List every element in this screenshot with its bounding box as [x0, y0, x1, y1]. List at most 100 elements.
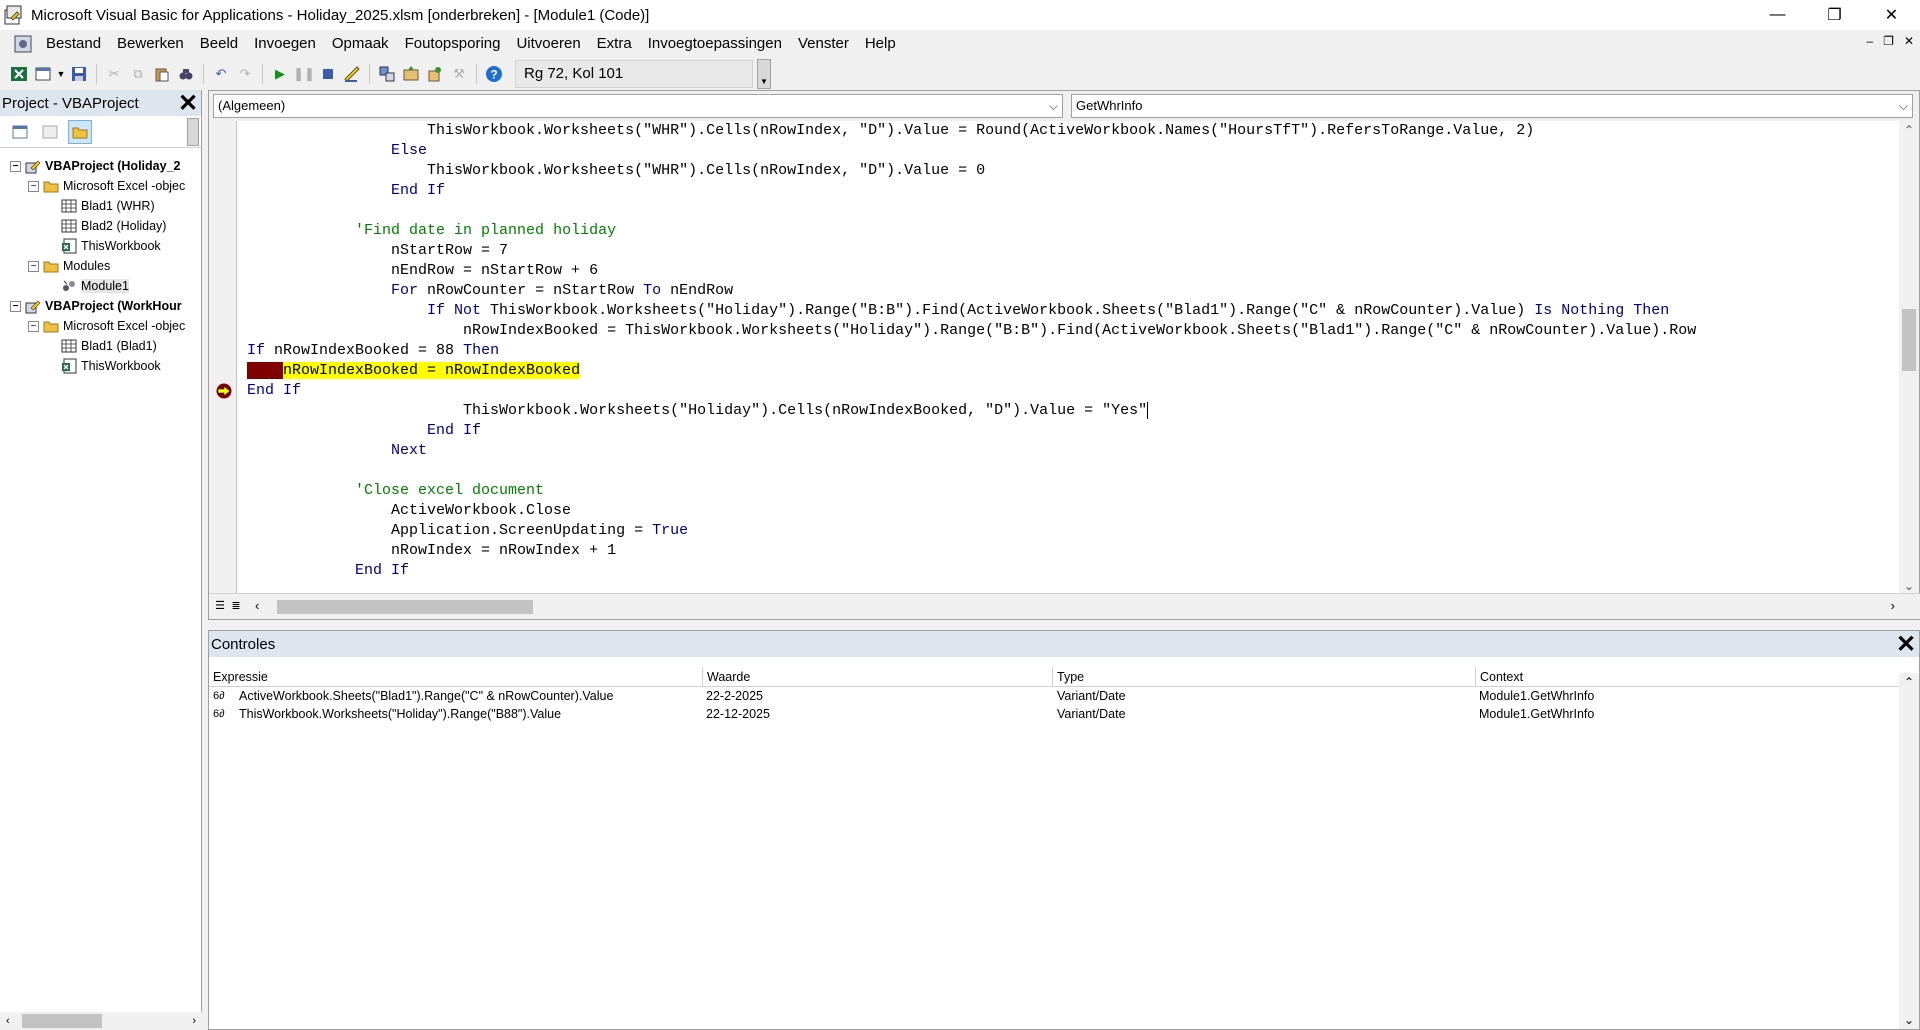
menu-uitvoeren[interactable]: Uitvoeren	[508, 30, 588, 58]
column-header-type[interactable]: Type	[1053, 667, 1476, 687]
dropdown-arrow-icon[interactable]: ▼	[56, 63, 66, 85]
project-tree-item[interactable]: Blad1 (Blad1)	[0, 336, 201, 356]
restore-button[interactable]: ❐	[1806, 0, 1863, 30]
toolbar-options-grip[interactable]: ▼	[757, 59, 771, 89]
find-icon[interactable]	[175, 63, 197, 85]
code-line[interactable]: nEndRow = nStartRow + 6	[247, 261, 1696, 281]
cut-icon[interactable]: ✂	[103, 63, 125, 85]
margin-indicator-bar[interactable]	[209, 121, 237, 595]
project-tree-item[interactable]: − Microsoft Excel -objec	[0, 176, 201, 196]
scroll-down-icon[interactable]: ⌄	[1899, 579, 1919, 593]
menu-invoegen[interactable]: Invoegen	[246, 30, 324, 58]
code-line[interactable]: ActiveWorkbook.Close	[247, 501, 1696, 521]
project-tree-item[interactable]: Module1	[0, 276, 201, 296]
vba-menu-icon[interactable]	[12, 33, 34, 55]
project-tree-item[interactable]: − Microsoft Excel -objec	[0, 316, 201, 336]
project-tree-item[interactable]: ThisWorkbook	[0, 236, 201, 256]
code-line[interactable]: For nRowCounter = nStartRow To nEndRow	[247, 281, 1696, 301]
code-line[interactable]: nStartRow = 7	[247, 241, 1696, 261]
object-combo[interactable]: (Algemeen) ⌵	[213, 94, 1063, 118]
code-horizontal-scroll-thumb[interactable]	[277, 600, 533, 614]
code-line[interactable]: Next	[247, 441, 1696, 461]
procedure-combo[interactable]: GetWhrInfo ⌵	[1071, 94, 1913, 118]
code-line[interactable]: End If	[247, 381, 1696, 401]
code-line[interactable]: nRowIndex = nRowIndex + 1	[247, 541, 1696, 561]
watches-close-button[interactable]: ✕	[1893, 631, 1919, 658]
properties-window-icon[interactable]	[400, 63, 422, 85]
toggle-folders-icon[interactable]	[68, 119, 92, 144]
project-tree-item[interactable]: − Modules	[0, 256, 201, 276]
watch-row[interactable]: 6∂ ThisWorkbook.Worksheets("Holiday").Ran…	[209, 705, 1919, 723]
view-excel-icon[interactable]	[8, 63, 30, 85]
collapse-toggle-icon[interactable]: −	[10, 160, 21, 172]
code-vertical-scroll-thumb[interactable]	[1902, 309, 1916, 371]
code-line[interactable]: End If	[247, 421, 1696, 441]
toolbox-icon[interactable]: ⚒	[448, 63, 470, 85]
code-line[interactable]: nRowIndexBooked = ThisWorkbook.Worksheet…	[247, 321, 1696, 341]
design-mode-icon[interactable]	[341, 63, 363, 85]
break-icon[interactable]: ❚❚	[293, 63, 315, 85]
code-editor[interactable]: ThisWorkbook.Worksheets("WHR").Cells(nRo…	[209, 121, 1901, 595]
run-icon[interactable]: ▶	[269, 63, 291, 85]
reset-icon[interactable]	[317, 63, 339, 85]
project-explorer-icon[interactable]	[376, 63, 398, 85]
watches-vertical-scrollbar[interactable]: ⌃ ⌄	[1899, 673, 1919, 1029]
project-tree-item[interactable]: − VBAProject (Holiday_2	[0, 156, 201, 176]
code-line[interactable]: 'Close excel document	[247, 481, 1696, 501]
code-line[interactable]: End If	[247, 561, 1696, 581]
menu-venster[interactable]: Venster	[790, 30, 857, 58]
collapse-toggle-icon[interactable]: −	[28, 320, 39, 332]
code-line[interactable]: 'Find date in planned holiday	[247, 221, 1696, 241]
code-line[interactable]	[247, 461, 1696, 481]
undo-icon[interactable]: ↶	[210, 63, 232, 85]
procedure-view-icon[interactable]: ☰	[213, 598, 227, 614]
watch-row[interactable]: 6∂ ActiveWorkbook.Sheets("Blad1").Range("…	[209, 687, 1919, 705]
mdi-restore-button[interactable]: ❐	[1883, 34, 1894, 48]
code-line[interactable]: Application.ScreenUpdating = True	[247, 521, 1696, 541]
menu-beeld[interactable]: Beeld	[192, 30, 246, 58]
column-header-waarde[interactable]: Waarde	[703, 667, 1053, 687]
minimize-button[interactable]: —	[1749, 0, 1806, 30]
code-line[interactable]: End If	[247, 181, 1696, 201]
menu-bewerken[interactable]: Bewerken	[109, 30, 192, 58]
code-line[interactable]: If Not ThisWorkbook.Worksheets("Holiday"…	[247, 301, 1696, 321]
view-object-icon[interactable]	[38, 120, 62, 144]
column-header-expressie[interactable]: Expressie	[209, 667, 703, 687]
paste-icon[interactable]	[151, 63, 173, 85]
collapse-toggle-icon[interactable]: −	[28, 180, 39, 192]
collapse-toggle-icon[interactable]: −	[28, 260, 39, 272]
project-scroll-thumb[interactable]	[22, 1014, 102, 1028]
menu-invoegtoepassingen[interactable]: Invoegtoepassingen	[640, 30, 790, 58]
mdi-close-button[interactable]: ✕	[1904, 34, 1914, 48]
project-tree-item[interactable]: − VBAProject (WorkHour	[0, 296, 201, 316]
object-browser-icon[interactable]	[424, 63, 446, 85]
collapse-toggle-icon[interactable]: −	[10, 300, 21, 312]
close-button[interactable]: ✕	[1863, 0, 1920, 30]
copy-icon[interactable]: ⧉	[127, 63, 149, 85]
project-tree-item[interactable]: ThisWorkbook	[0, 356, 201, 376]
help-icon[interactable]: ?	[483, 63, 505, 85]
view-code-icon[interactable]	[8, 120, 32, 144]
menu-extra[interactable]: Extra	[589, 30, 640, 58]
column-header-context[interactable]: Context	[1476, 667, 1899, 687]
code-line[interactable]: ThisWorkbook.Worksheets("WHR").Cells(nRo…	[247, 161, 1696, 181]
menu-bestand[interactable]: Bestand	[38, 30, 109, 58]
project-tree-item[interactable]: Blad1 (WHR)	[0, 196, 201, 216]
project-tree-item[interactable]: Blad2 (Holiday)	[0, 216, 201, 236]
code-horizontal-scrollbar[interactable]: ☰ ≣ ‹ ›	[209, 593, 1920, 619]
scroll-right-icon[interactable]: ›	[192, 1015, 196, 1027]
code-line[interactable]: ThisWorkbook.Worksheets("Holiday").Cells…	[247, 401, 1696, 421]
insert-userform-icon[interactable]	[32, 63, 54, 85]
project-toolbar-grip[interactable]	[187, 118, 199, 146]
scroll-up-icon[interactable]: ⌃	[1899, 123, 1919, 137]
code-line[interactable]: nRowIndexBooked = nRowIndexBooked	[247, 361, 1696, 381]
project-explorer-close-button[interactable]: ✕	[175, 90, 201, 117]
scroll-left-icon[interactable]: ‹	[6, 1015, 10, 1027]
code-line[interactable]: ThisWorkbook.Worksheets("WHR").Cells(nRo…	[247, 121, 1696, 141]
project-horizontal-scrollbar[interactable]: ‹ ›	[0, 1012, 202, 1030]
scroll-up-icon[interactable]: ⌃	[1899, 675, 1919, 689]
menu-help[interactable]: Help	[857, 30, 904, 58]
code-line[interactable]: If nRowIndexBooked = 88 Then	[247, 341, 1696, 361]
mdi-minimize-button[interactable]: –	[1866, 34, 1873, 48]
full-module-view-icon[interactable]: ≣	[229, 598, 243, 614]
